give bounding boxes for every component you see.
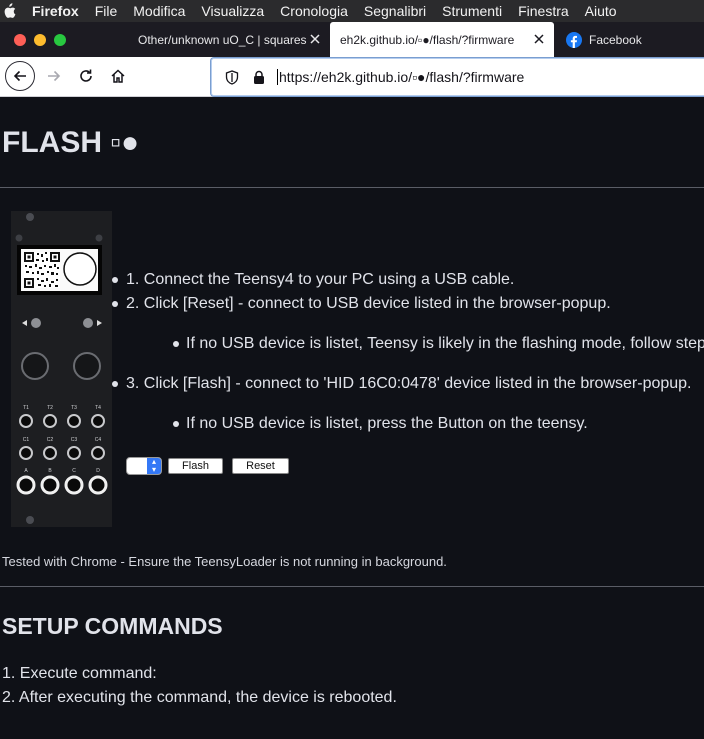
window-close-button[interactable]: [14, 34, 26, 46]
tab-flash-firmware[interactable]: eh2k.github.io/▫●/flash/?firmware: [330, 22, 554, 57]
arrow-right-icon: [48, 70, 61, 82]
instruction-step-3: 3. Click [Flash] - connect to 'HID 16C0:…: [126, 375, 692, 392]
firmware-select[interactable]: ▴ ▾: [126, 457, 162, 475]
flash-button[interactable]: Flash: [168, 458, 223, 474]
jack-label-t4: T4: [95, 405, 101, 411]
jack-label-c3: C3: [71, 437, 78, 443]
home-button[interactable]: [103, 61, 133, 91]
facebook-icon: [566, 31, 582, 48]
jack-label-c: C: [72, 468, 76, 474]
arrow-left-icon: [13, 70, 26, 82]
tab-squares[interactable]: Other/unknown uO_C | squares: [126, 22, 330, 57]
tab-strip: Other/unknown uO_C | squares eh2k.github…: [0, 22, 704, 57]
url-text[interactable]: https://eh2k.github.io/▫●/flash/?firmwar…: [277, 69, 524, 85]
close-icon[interactable]: [532, 32, 546, 46]
jack-label-t3: T3: [71, 405, 77, 411]
tab-title: Other/unknown uO_C | squares: [138, 32, 307, 47]
setup-commands-heading: SETUP COMMANDS: [2, 613, 223, 639]
instruction-step-2-note: If no USB device is listet, Teensy is li…: [186, 335, 704, 352]
page-content: FLASH ▫● T1 T2 T3 T4 C1 C2 C3 C4 A B C D…: [0, 97, 704, 739]
reload-button[interactable]: [71, 61, 101, 91]
page-title: FLASH ▫●: [2, 126, 140, 159]
jack-label-c1: C1: [23, 437, 30, 443]
menu-strumenti[interactable]: Strumenti: [442, 3, 502, 19]
instruction-step-1: 1. Connect the Teensy4 to your PC using …: [126, 271, 515, 288]
navigation-toolbar: https://eh2k.github.io/▫●/flash/?firmwar…: [0, 57, 704, 97]
back-button[interactable]: [5, 61, 35, 91]
module-image: T1 T2 T3 T4 C1 C2 C3 C4 A B C D: [11, 211, 112, 527]
jack-label-t1: T1: [23, 405, 29, 411]
reload-icon: [80, 69, 92, 82]
menu-segnalibri[interactable]: Segnalibri: [364, 3, 426, 19]
menu-visualizza[interactable]: Visualizza: [201, 3, 264, 19]
close-icon[interactable]: [308, 32, 322, 46]
jack-label-c4: C4: [95, 437, 102, 443]
menu-aiuto[interactable]: Aiuto: [585, 3, 617, 19]
browser-note: Tested with Chrome - Ensure the TeensyLo…: [2, 554, 447, 569]
menu-bar: Firefox File Modifica Visualizza Cronolo…: [0, 0, 704, 22]
list-bullet: [173, 341, 179, 347]
menu-app-firefox[interactable]: Firefox: [32, 3, 79, 19]
tab-title: Facebook: [589, 32, 642, 47]
divider: [0, 187, 704, 188]
setup-step-2: 2. After executing the command, the devi…: [2, 689, 397, 706]
menu-cronologia[interactable]: Cronologia: [280, 3, 348, 19]
chevron-updown-icon: ▴ ▾: [147, 458, 161, 474]
jack-label-d: D: [96, 468, 100, 474]
menu-file[interactable]: File: [95, 3, 118, 19]
url-bar[interactable]: https://eh2k.github.io/▫●/flash/?firmwar…: [210, 57, 704, 97]
tab-title: eh2k.github.io/▫●/flash/?firmware: [340, 32, 515, 47]
lock-icon[interactable]: [253, 70, 265, 85]
menu-modifica[interactable]: Modifica: [133, 3, 185, 19]
divider: [0, 586, 704, 587]
reset-button[interactable]: Reset: [232, 458, 289, 474]
setup-step-1: 1. Execute command:: [2, 665, 157, 682]
tab-facebook[interactable]: Facebook: [556, 22, 704, 57]
shield-icon[interactable]: [225, 70, 239, 85]
window-minimize-button[interactable]: [34, 34, 46, 46]
instruction-step-3-note: If no USB device is listet, press the Bu…: [186, 415, 588, 432]
list-bullet: [112, 277, 118, 283]
instruction-step-2: 2. Click [Reset] - connect to USB device…: [126, 295, 611, 312]
jack-label-t2: T2: [47, 405, 53, 411]
window-zoom-button[interactable]: [54, 34, 66, 46]
list-bullet: [112, 381, 118, 387]
menu-finestra[interactable]: Finestra: [518, 3, 569, 19]
apple-icon[interactable]: [2, 3, 16, 19]
forward-button[interactable]: [39, 61, 69, 91]
list-bullet: [112, 301, 118, 307]
jack-label-c2: C2: [47, 437, 54, 443]
list-bullet: [173, 421, 179, 427]
home-icon: [111, 69, 125, 83]
